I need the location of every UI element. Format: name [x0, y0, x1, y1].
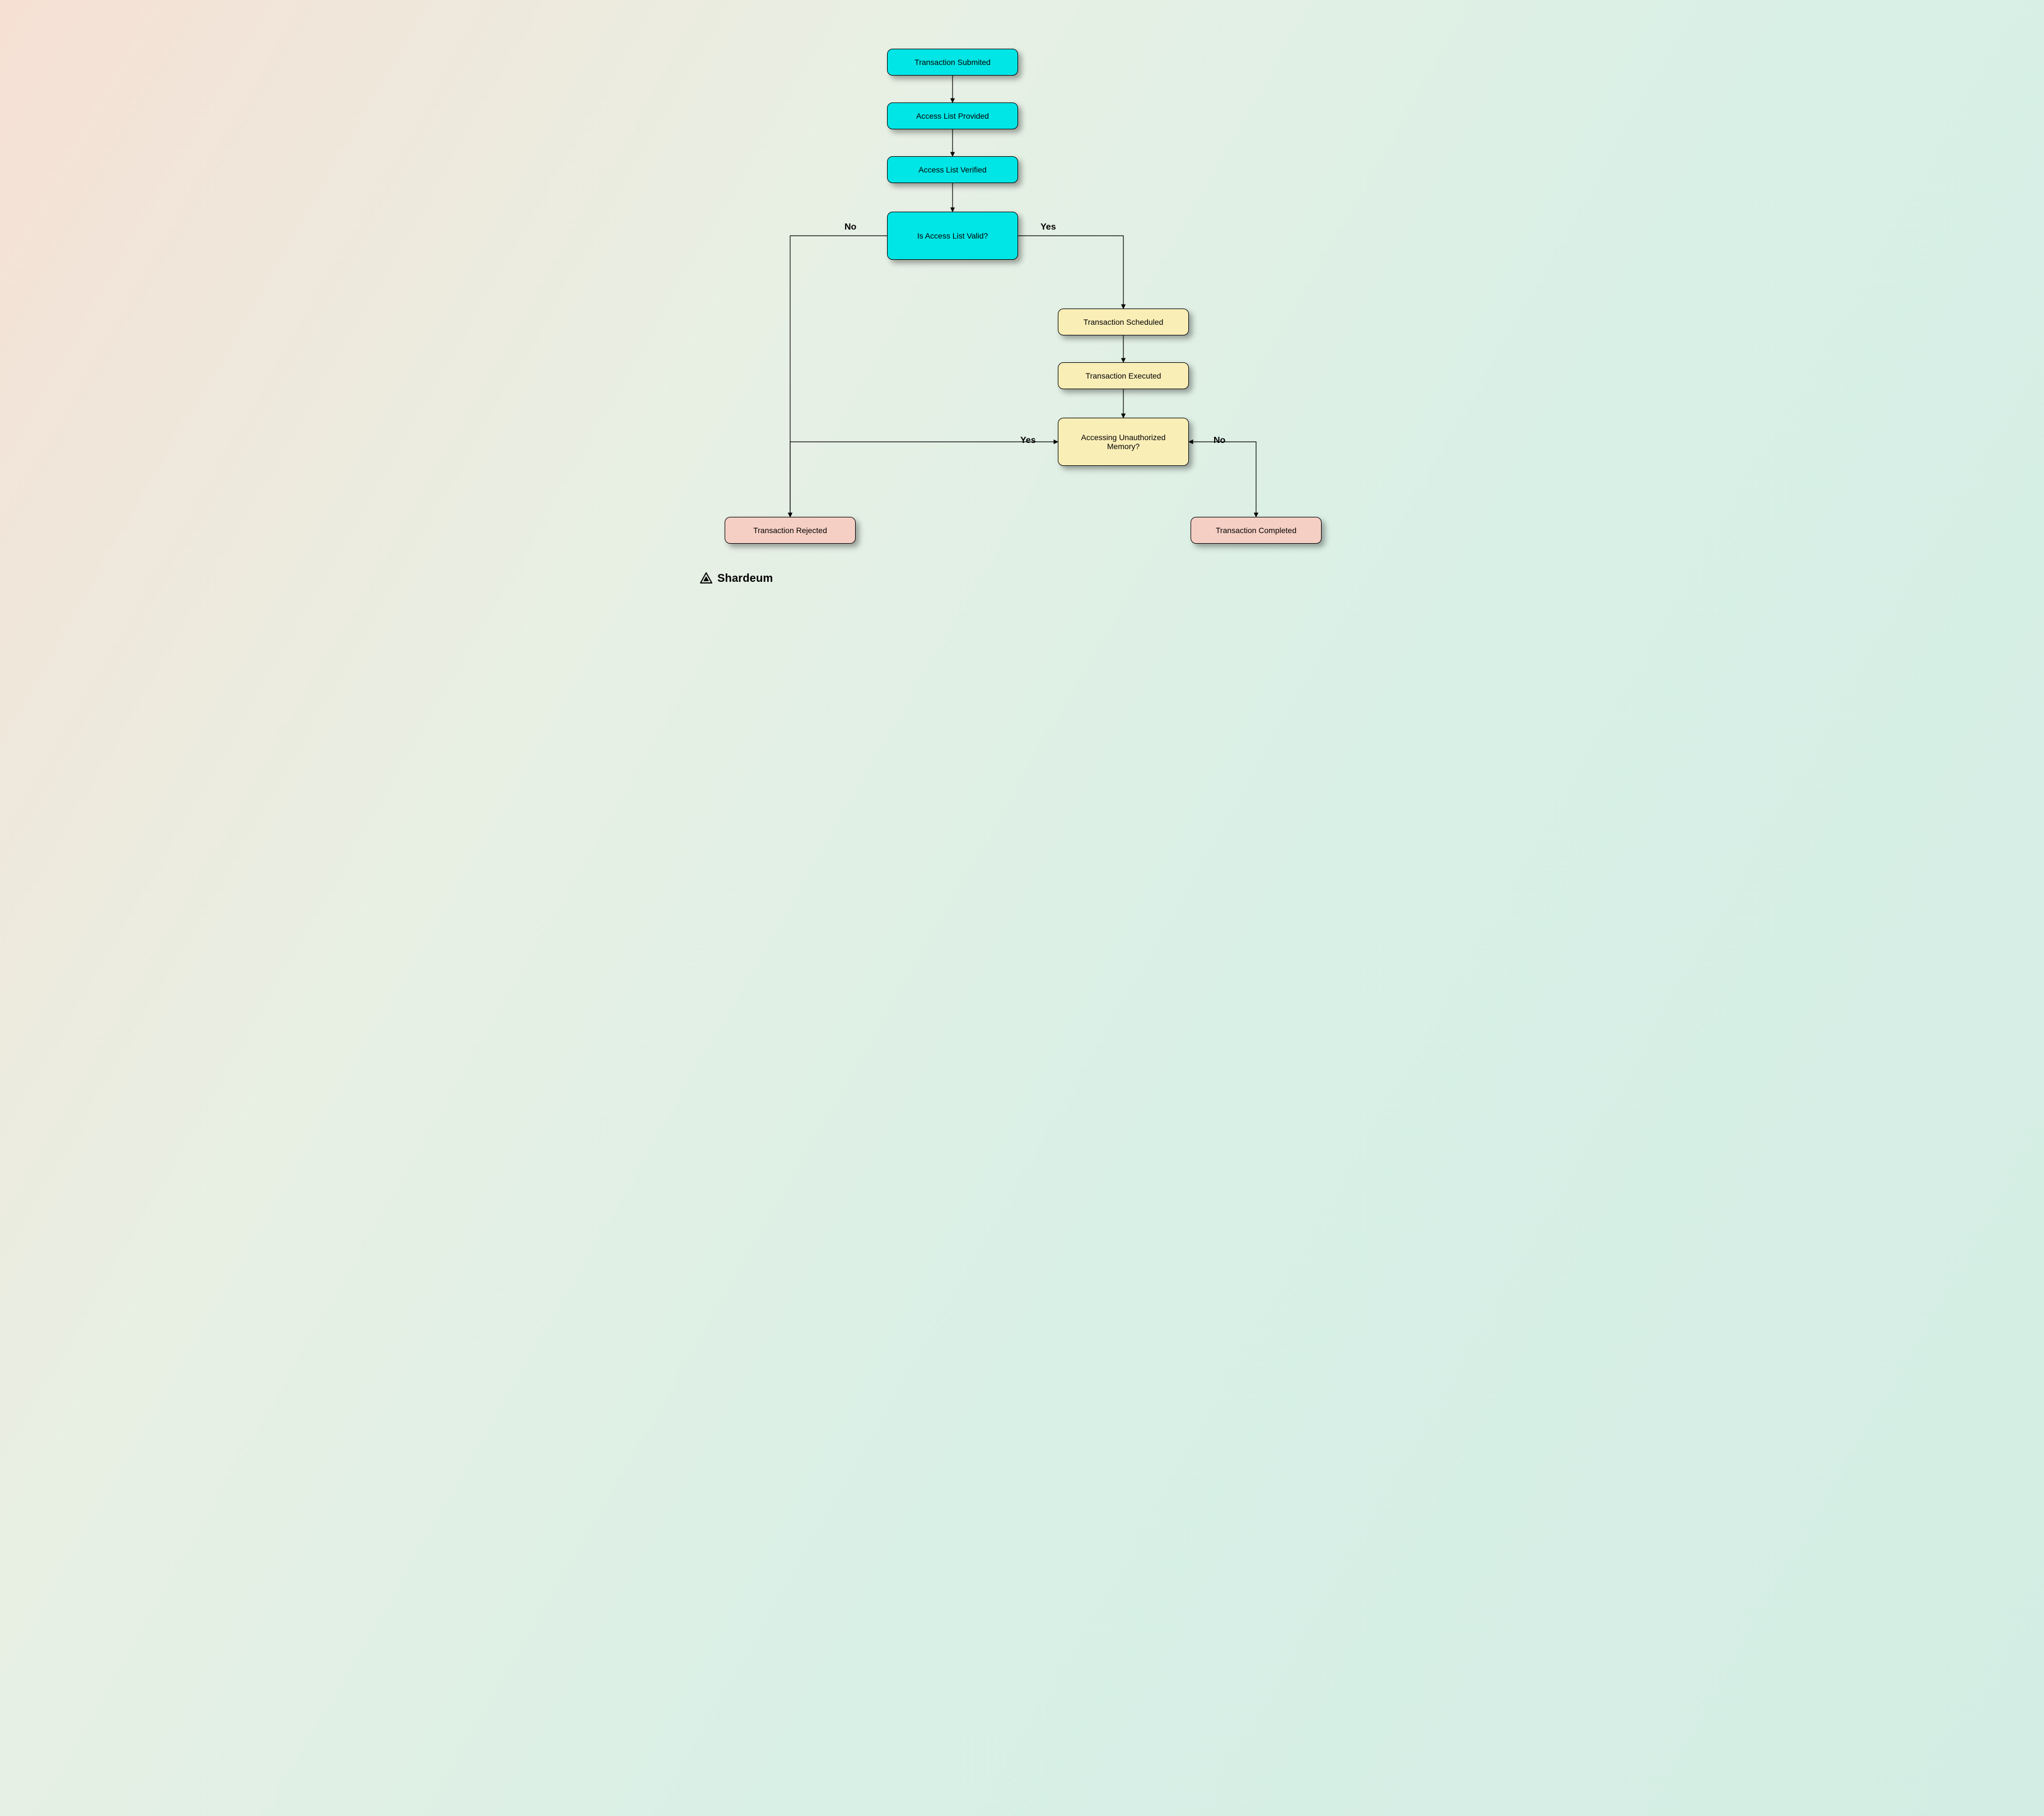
node-label: Transaction Submited [914, 58, 991, 67]
node-unauthorized-memory-decision: Accessing Unauthorized Memory? [1058, 418, 1189, 466]
node-label: Access List Provided [916, 111, 989, 120]
connectors [684, 0, 1360, 601]
shardeum-logo-icon [699, 572, 713, 585]
node-label: Transaction Executed [1086, 371, 1161, 380]
node-transaction-rejected: Transaction Rejected [725, 517, 856, 544]
node-transaction-completed: Transaction Completed [1191, 517, 1322, 544]
brand-name: Shardeum [717, 572, 773, 585]
node-label: Access List Verified [918, 165, 986, 174]
node-label: Transaction Rejected [753, 526, 827, 535]
brand: Shardeum [699, 572, 773, 585]
node-label: Accessing Unauthorized Memory? [1064, 433, 1183, 451]
node-label: Is Access List Valid? [917, 231, 988, 240]
node-transaction-scheduled: Transaction Scheduled [1058, 309, 1189, 335]
flowchart-canvas: Transaction Submited Access List Provide… [684, 0, 1360, 601]
node-access-list-provided: Access List Provided [887, 102, 1018, 129]
node-label: Transaction Completed [1216, 526, 1296, 535]
edge-label-unauth-yes: Yes [1020, 436, 1036, 446]
edge-label-valid-yes: Yes [1040, 222, 1056, 232]
node-transaction-executed: Transaction Executed [1058, 362, 1189, 389]
edge-label-unauth-no: No [1214, 436, 1225, 446]
node-label: Transaction Scheduled [1084, 318, 1164, 326]
node-access-list-valid-decision: Is Access List Valid? [887, 212, 1018, 260]
node-transaction-submitted: Transaction Submited [887, 49, 1018, 76]
edge-label-valid-no: No [844, 222, 856, 232]
node-access-list-verified: Access List Verified [887, 156, 1018, 183]
